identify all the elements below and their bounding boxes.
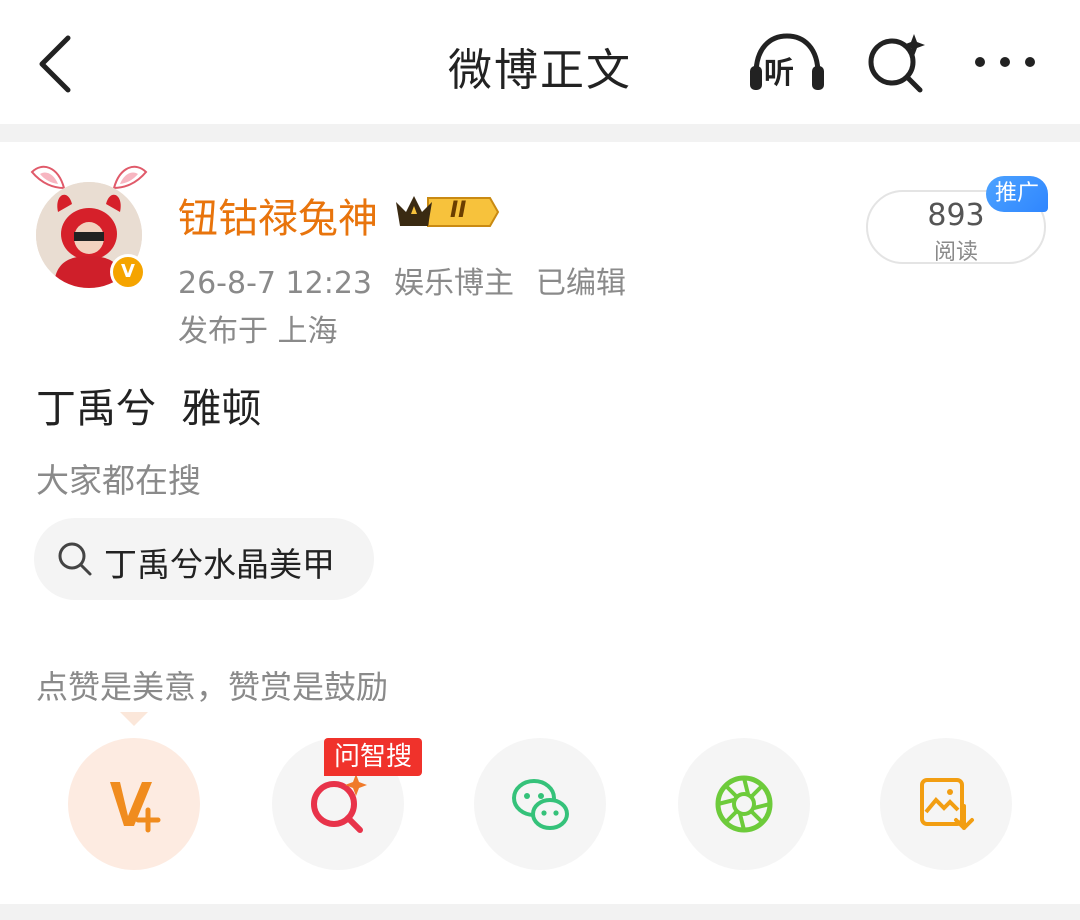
author-name[interactable]: 钮钴禄兔神 <box>178 186 378 244</box>
post-meta: 26-8-7 12:23 娱乐博主 已编辑 <box>178 258 648 302</box>
ai-search-icon <box>311 774 367 833</box>
save-image-button[interactable] <box>880 738 1012 870</box>
verified-badge: V <box>110 254 146 290</box>
member-crown-badge[interactable]: II <box>392 190 500 234</box>
search-icon <box>58 542 92 576</box>
listen-label: 听 <box>764 56 794 91</box>
member-level: II <box>450 198 467 223</box>
hot-search-text: 丁禹兮水晶美甲 <box>104 545 335 584</box>
crown-icon <box>396 196 500 227</box>
hot-search-chip[interactable]: 丁禹兮水晶美甲 <box>34 518 374 600</box>
save-image-icon <box>920 778 974 830</box>
ai-search-tag: 问智搜 <box>324 738 422 776</box>
more-button[interactable] <box>968 40 1042 84</box>
section-divider <box>0 124 1080 142</box>
edited-label[interactable]: 已编辑 <box>536 266 626 301</box>
read-label: 阅读 <box>933 240 978 265</box>
author-avatar[interactable]: V <box>24 158 154 298</box>
wechat-icon <box>512 779 569 830</box>
wechat-share-button[interactable] <box>474 738 606 870</box>
top-bar: 微博正文 听 <box>0 0 1080 124</box>
reward-icon <box>110 782 161 833</box>
listen-button[interactable]: 听 <box>748 30 826 94</box>
reward-button[interactable] <box>68 738 200 870</box>
promo-tag[interactable]: 推广 <box>986 176 1048 212</box>
moments-share-button[interactable] <box>678 738 810 870</box>
ai-search-button[interactable] <box>864 30 930 94</box>
post-location: 发布于 上海 <box>178 314 338 349</box>
tooltip-arrow <box>120 712 148 726</box>
post-time: 26-8-7 12:23 <box>178 266 372 301</box>
post-content: 丁禹兮 雅顿 <box>36 386 262 432</box>
section-divider <box>0 904 1080 920</box>
more-icon <box>975 57 1035 67</box>
author-category: 娱乐博主 <box>394 266 514 301</box>
moments-icon <box>715 775 773 833</box>
hot-search-label: 大家都在搜 <box>36 461 201 500</box>
ai-search-icon <box>868 34 925 93</box>
reward-prompt: 点赞是美意，赞赏是鼓励 <box>36 668 389 706</box>
